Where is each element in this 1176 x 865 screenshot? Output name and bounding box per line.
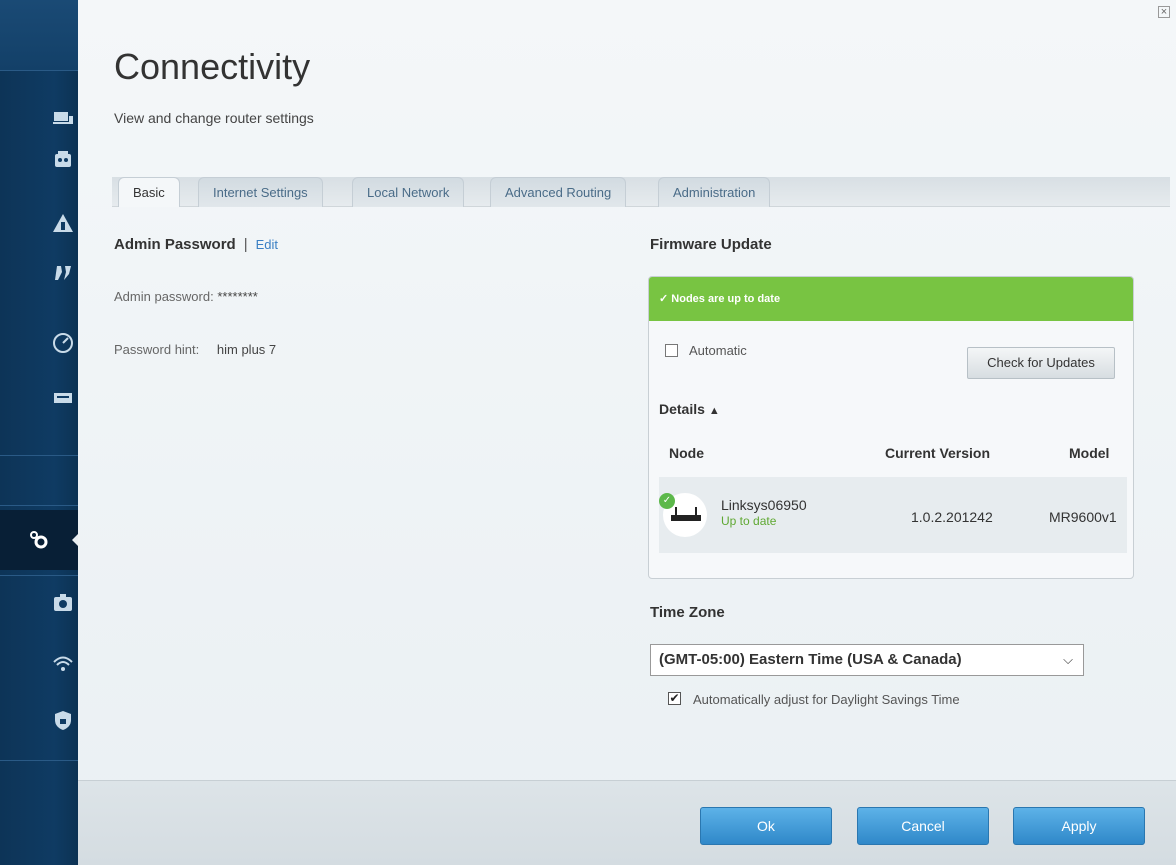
parental-controls-icon[interactable] <box>50 146 76 172</box>
tab-administration[interactable]: Administration <box>658 177 771 207</box>
main-panel: × Connectivity View and change router se… <box>78 0 1176 865</box>
firmware-status-text: Nodes are up to date <box>671 293 781 305</box>
wireless-icon[interactable] <box>50 650 76 676</box>
devices-icon[interactable] <box>50 105 76 131</box>
node-model: MR9600v1 <box>1049 509 1117 525</box>
node-status: Up to date <box>721 514 777 528</box>
admin-password-title: Admin Password <box>114 236 236 253</box>
column-node: Node <box>669 445 704 461</box>
sidebar-divider <box>0 455 78 456</box>
sidebar-header <box>0 0 78 70</box>
troubleshooting-icon[interactable] <box>50 590 76 616</box>
tab-advanced-routing[interactable]: Advanced Routing <box>490 177 627 207</box>
status-ok-icon: ✓ <box>659 493 675 509</box>
details-toggle[interactable]: Details ▲ <box>659 401 720 417</box>
external-storage-icon[interactable] <box>50 385 76 411</box>
firmware-update-title: Firmware Update <box>650 236 772 253</box>
password-hint-label: Password hint: <box>114 342 200 357</box>
automatic-label: Automatic <box>689 343 747 358</box>
password-hint-row: Password hint: him plus 7 <box>114 342 276 357</box>
node-name: Linksys06950 <box>721 497 807 513</box>
ok-button[interactable]: Ok <box>700 807 832 845</box>
table-row[interactable]: ✓ Linksys06950 Up to date 1.0.2.201242 M… <box>659 477 1127 553</box>
check-icon: ✓ <box>659 293 669 305</box>
admin-password-value: ******** <box>217 289 258 304</box>
details-label: Details <box>659 401 705 417</box>
guest-access-icon[interactable] <box>50 210 76 236</box>
sidebar-divider <box>0 575 78 576</box>
password-hint-value: him plus 7 <box>216 342 277 357</box>
chevron-down-icon: ⌵ <box>1063 652 1073 667</box>
firmware-panel: ✓ Nodes are up to date Automatic Check f… <box>648 276 1134 579</box>
admin-password-heading: Admin Password | Edit <box>114 236 278 253</box>
column-model: Model <box>1069 445 1110 461</box>
time-zone-selected: (GMT-05:00) Eastern Time (USA & Canada) <box>659 651 962 668</box>
admin-password-label: Admin password: <box>114 289 214 304</box>
column-current-version: Current Version <box>885 445 991 461</box>
sidebar-divider <box>0 505 78 506</box>
tab-local-network[interactable]: Local Network <box>352 177 465 207</box>
firmware-status-banner: ✓ Nodes are up to date <box>649 277 1133 321</box>
time-zone-title: Time Zone <box>650 604 725 621</box>
footer-bar <box>78 780 1176 865</box>
page-title: Connectivity <box>114 46 311 87</box>
sidebar <box>0 0 80 865</box>
cancel-button[interactable]: Cancel <box>857 807 989 845</box>
media-prioritization-icon[interactable] <box>50 260 76 286</box>
app-window: × Connectivity View and change router se… <box>0 0 1176 865</box>
connectivity-gear-icon[interactable] <box>26 527 52 553</box>
automatic-checkbox[interactable] <box>665 344 678 357</box>
close-icon[interactable]: × <box>1158 6 1170 18</box>
tab-internet-settings[interactable]: Internet Settings <box>198 177 323 207</box>
security-icon[interactable] <box>50 707 76 733</box>
tab-basic[interactable]: Basic <box>118 177 180 207</box>
caret-up-icon: ▲ <box>708 405 720 417</box>
check-for-updates-button[interactable]: Check for Updates <box>967 347 1115 379</box>
tab-bar: Basic Internet Settings Local Network Ad… <box>112 177 1170 207</box>
edit-password-link[interactable]: Edit <box>256 237 278 252</box>
dst-label: Automatically adjust for Daylight Saving… <box>693 692 960 707</box>
dst-checkbox[interactable]: ✔ <box>668 692 681 705</box>
sidebar-divider <box>0 760 78 761</box>
sidebar-divider <box>0 70 78 71</box>
heading-separator: | <box>243 236 248 253</box>
time-zone-select[interactable]: (GMT-05:00) Eastern Time (USA & Canada) … <box>650 644 1084 676</box>
admin-password-row: Admin password: ******** <box>114 289 258 304</box>
speed-test-icon[interactable] <box>50 330 76 356</box>
page-subtitle: View and change router settings <box>114 110 314 126</box>
node-version: 1.0.2.201242 <box>911 509 993 525</box>
apply-button[interactable]: Apply <box>1013 807 1145 845</box>
